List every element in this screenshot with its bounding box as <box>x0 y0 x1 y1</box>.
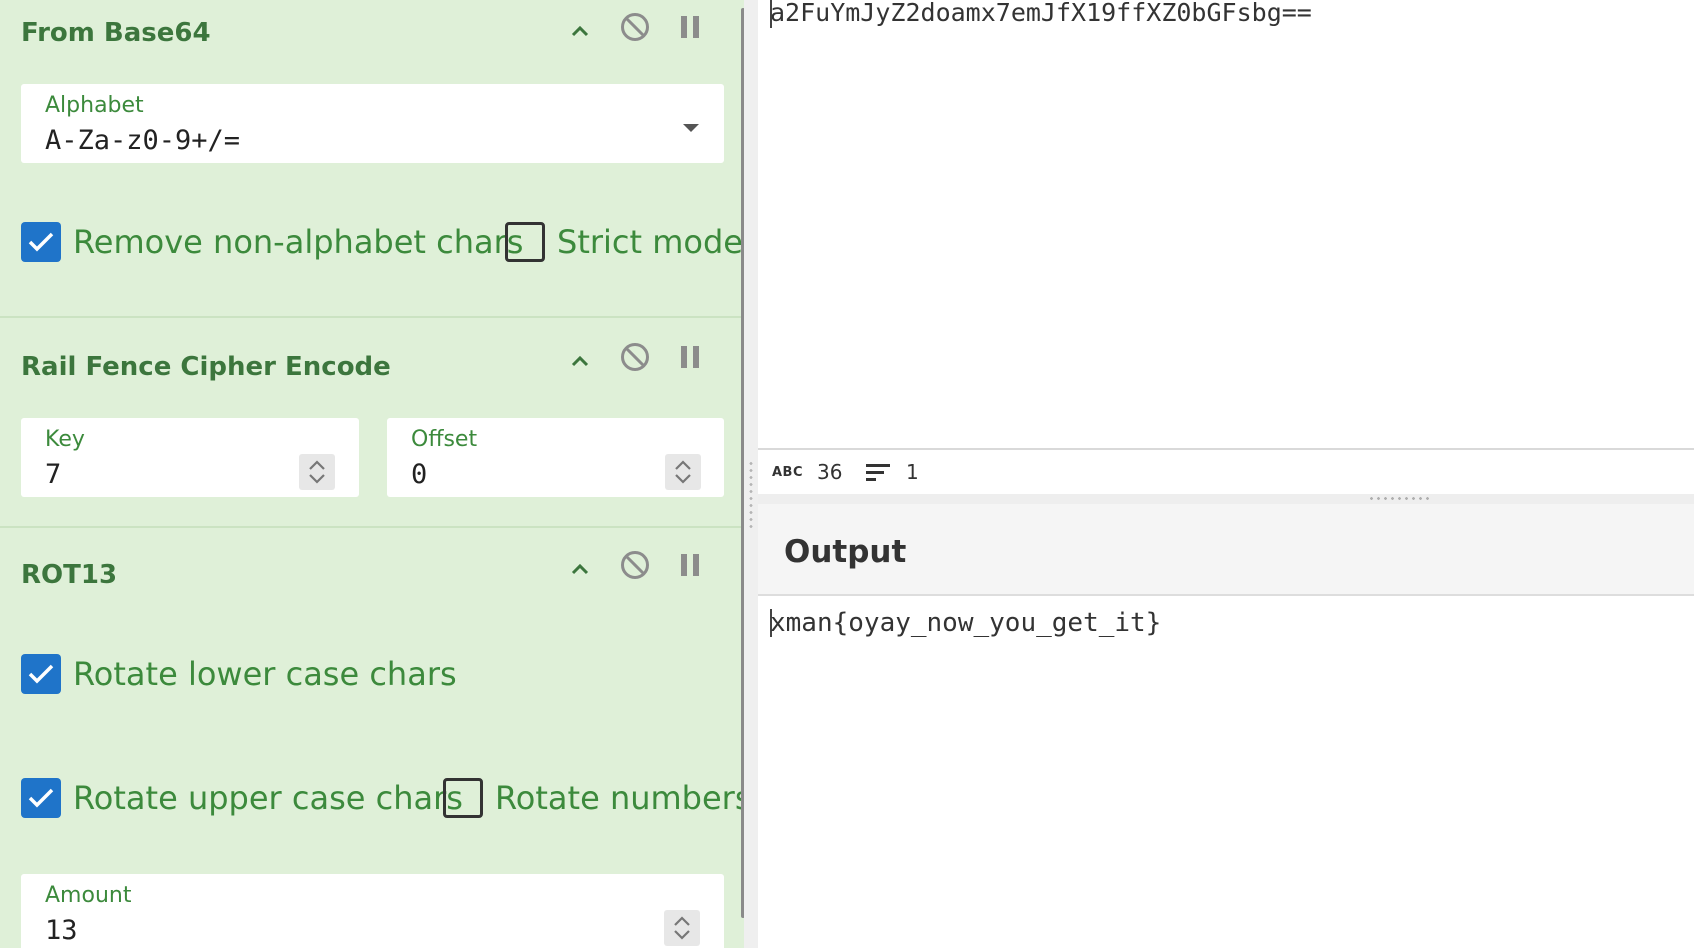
remove-non-alphabet-checkbox[interactable]: Remove non-alphabet chars <box>21 222 523 262</box>
pause-icon[interactable] <box>672 9 708 45</box>
offset-label: Offset <box>411 427 478 452</box>
recipe-panel: From Base64 Alphabet A-Za-z0-9+/= Remove… <box>0 0 752 948</box>
operation-from-base64: From Base64 Alphabet A-Za-z0-9+/= Remove… <box>0 0 744 322</box>
key-label: Key <box>45 427 85 452</box>
chevron-up-icon[interactable] <box>562 552 598 588</box>
column-resizer[interactable] <box>744 0 758 948</box>
key-number-input[interactable]: Key 7 <box>21 418 359 497</box>
rotate-upper-case-checkbox[interactable]: Rotate upper case chars <box>21 778 463 818</box>
disable-icon[interactable] <box>617 339 653 375</box>
amount-number-input[interactable]: Amount 13 <box>21 874 724 948</box>
operation-title: ROT13 <box>21 560 118 590</box>
checkbox-label: Rotate numbers <box>495 779 752 817</box>
checkbox-checked-icon[interactable] <box>21 654 61 694</box>
rotate-lower-case-checkbox[interactable]: Rotate lower case chars <box>21 654 457 694</box>
disable-icon[interactable] <box>617 9 653 45</box>
offset-value: 0 <box>411 459 428 490</box>
input-status-bar: ABC 36 1 <box>758 448 1694 496</box>
amount-spinner[interactable] <box>664 910 700 946</box>
checkbox-label: Strict mode <box>557 223 743 261</box>
alphabet-value: A-Za-z0-9+/= <box>45 125 241 156</box>
amount-value: 13 <box>45 915 78 946</box>
io-resizer[interactable] <box>758 494 1694 504</box>
offset-spinner[interactable] <box>665 454 701 490</box>
offset-number-input[interactable]: Offset 0 <box>387 418 724 497</box>
checkbox-label: Rotate upper case chars <box>73 779 463 817</box>
dropdown-arrow-icon[interactable] <box>682 118 700 137</box>
output-header: Output <box>758 504 1694 596</box>
chevron-up-icon[interactable] <box>562 14 598 50</box>
resize-handle-icon[interactable] <box>1368 496 1432 502</box>
lines-icon <box>866 463 892 481</box>
operation-rot13: ROT13 Rotate lower case chars Rotate upp… <box>0 528 752 948</box>
input-textarea[interactable]: a2FuYmJyZ2doamx7emJfX19ffXZ0bGFsbg== <box>770 0 1312 28</box>
cyberchef-window: From Base64 Alphabet A-Za-z0-9+/= Remove… <box>0 0 1694 948</box>
rotate-numbers-checkbox[interactable]: Rotate numbers <box>443 778 752 818</box>
checkbox-label: Remove non-alphabet chars <box>73 223 524 261</box>
operation-title: From Base64 <box>21 18 211 48</box>
checkbox-unchecked-icon[interactable] <box>505 222 545 262</box>
input-lines-stat: 1 <box>866 460 919 484</box>
output-textarea[interactable]: xman{oyay_now_you_get_it} <box>770 608 1161 638</box>
alphabet-label: Alphabet <box>45 93 144 118</box>
checkbox-checked-icon[interactable] <box>21 778 61 818</box>
key-spinner[interactable] <box>299 454 335 490</box>
operation-title: Rail Fence Cipher Encode <box>21 352 391 382</box>
alphabet-select[interactable]: Alphabet A-Za-z0-9+/= <box>21 84 724 163</box>
strict-mode-checkbox[interactable]: Strict mode <box>505 222 743 262</box>
pause-icon[interactable] <box>672 547 708 583</box>
input-length-stat: ABC 36 <box>772 460 842 484</box>
input-length: 36 <box>817 460 843 484</box>
disable-icon[interactable] <box>617 547 653 583</box>
input-line-count: 1 <box>906 460 919 484</box>
amount-label: Amount <box>45 883 132 908</box>
checkbox-label: Rotate lower case chars <box>73 655 457 693</box>
checkbox-unchecked-icon[interactable] <box>443 778 483 818</box>
io-panel: a2FuYmJyZ2doamx7emJfX19ffXZ0bGFsbg== ABC… <box>758 0 1694 948</box>
pause-icon[interactable] <box>672 339 708 375</box>
operation-rail-fence-cipher-encode: Rail Fence Cipher Encode Key 7 Offset 0 <box>0 318 744 526</box>
chevron-up-icon[interactable] <box>562 344 598 380</box>
output-title: Output <box>784 534 907 570</box>
resize-handle-icon[interactable] <box>749 460 753 530</box>
abc-icon: ABC <box>772 464 804 480</box>
key-value: 7 <box>45 459 62 490</box>
checkbox-checked-icon[interactable] <box>21 222 61 262</box>
